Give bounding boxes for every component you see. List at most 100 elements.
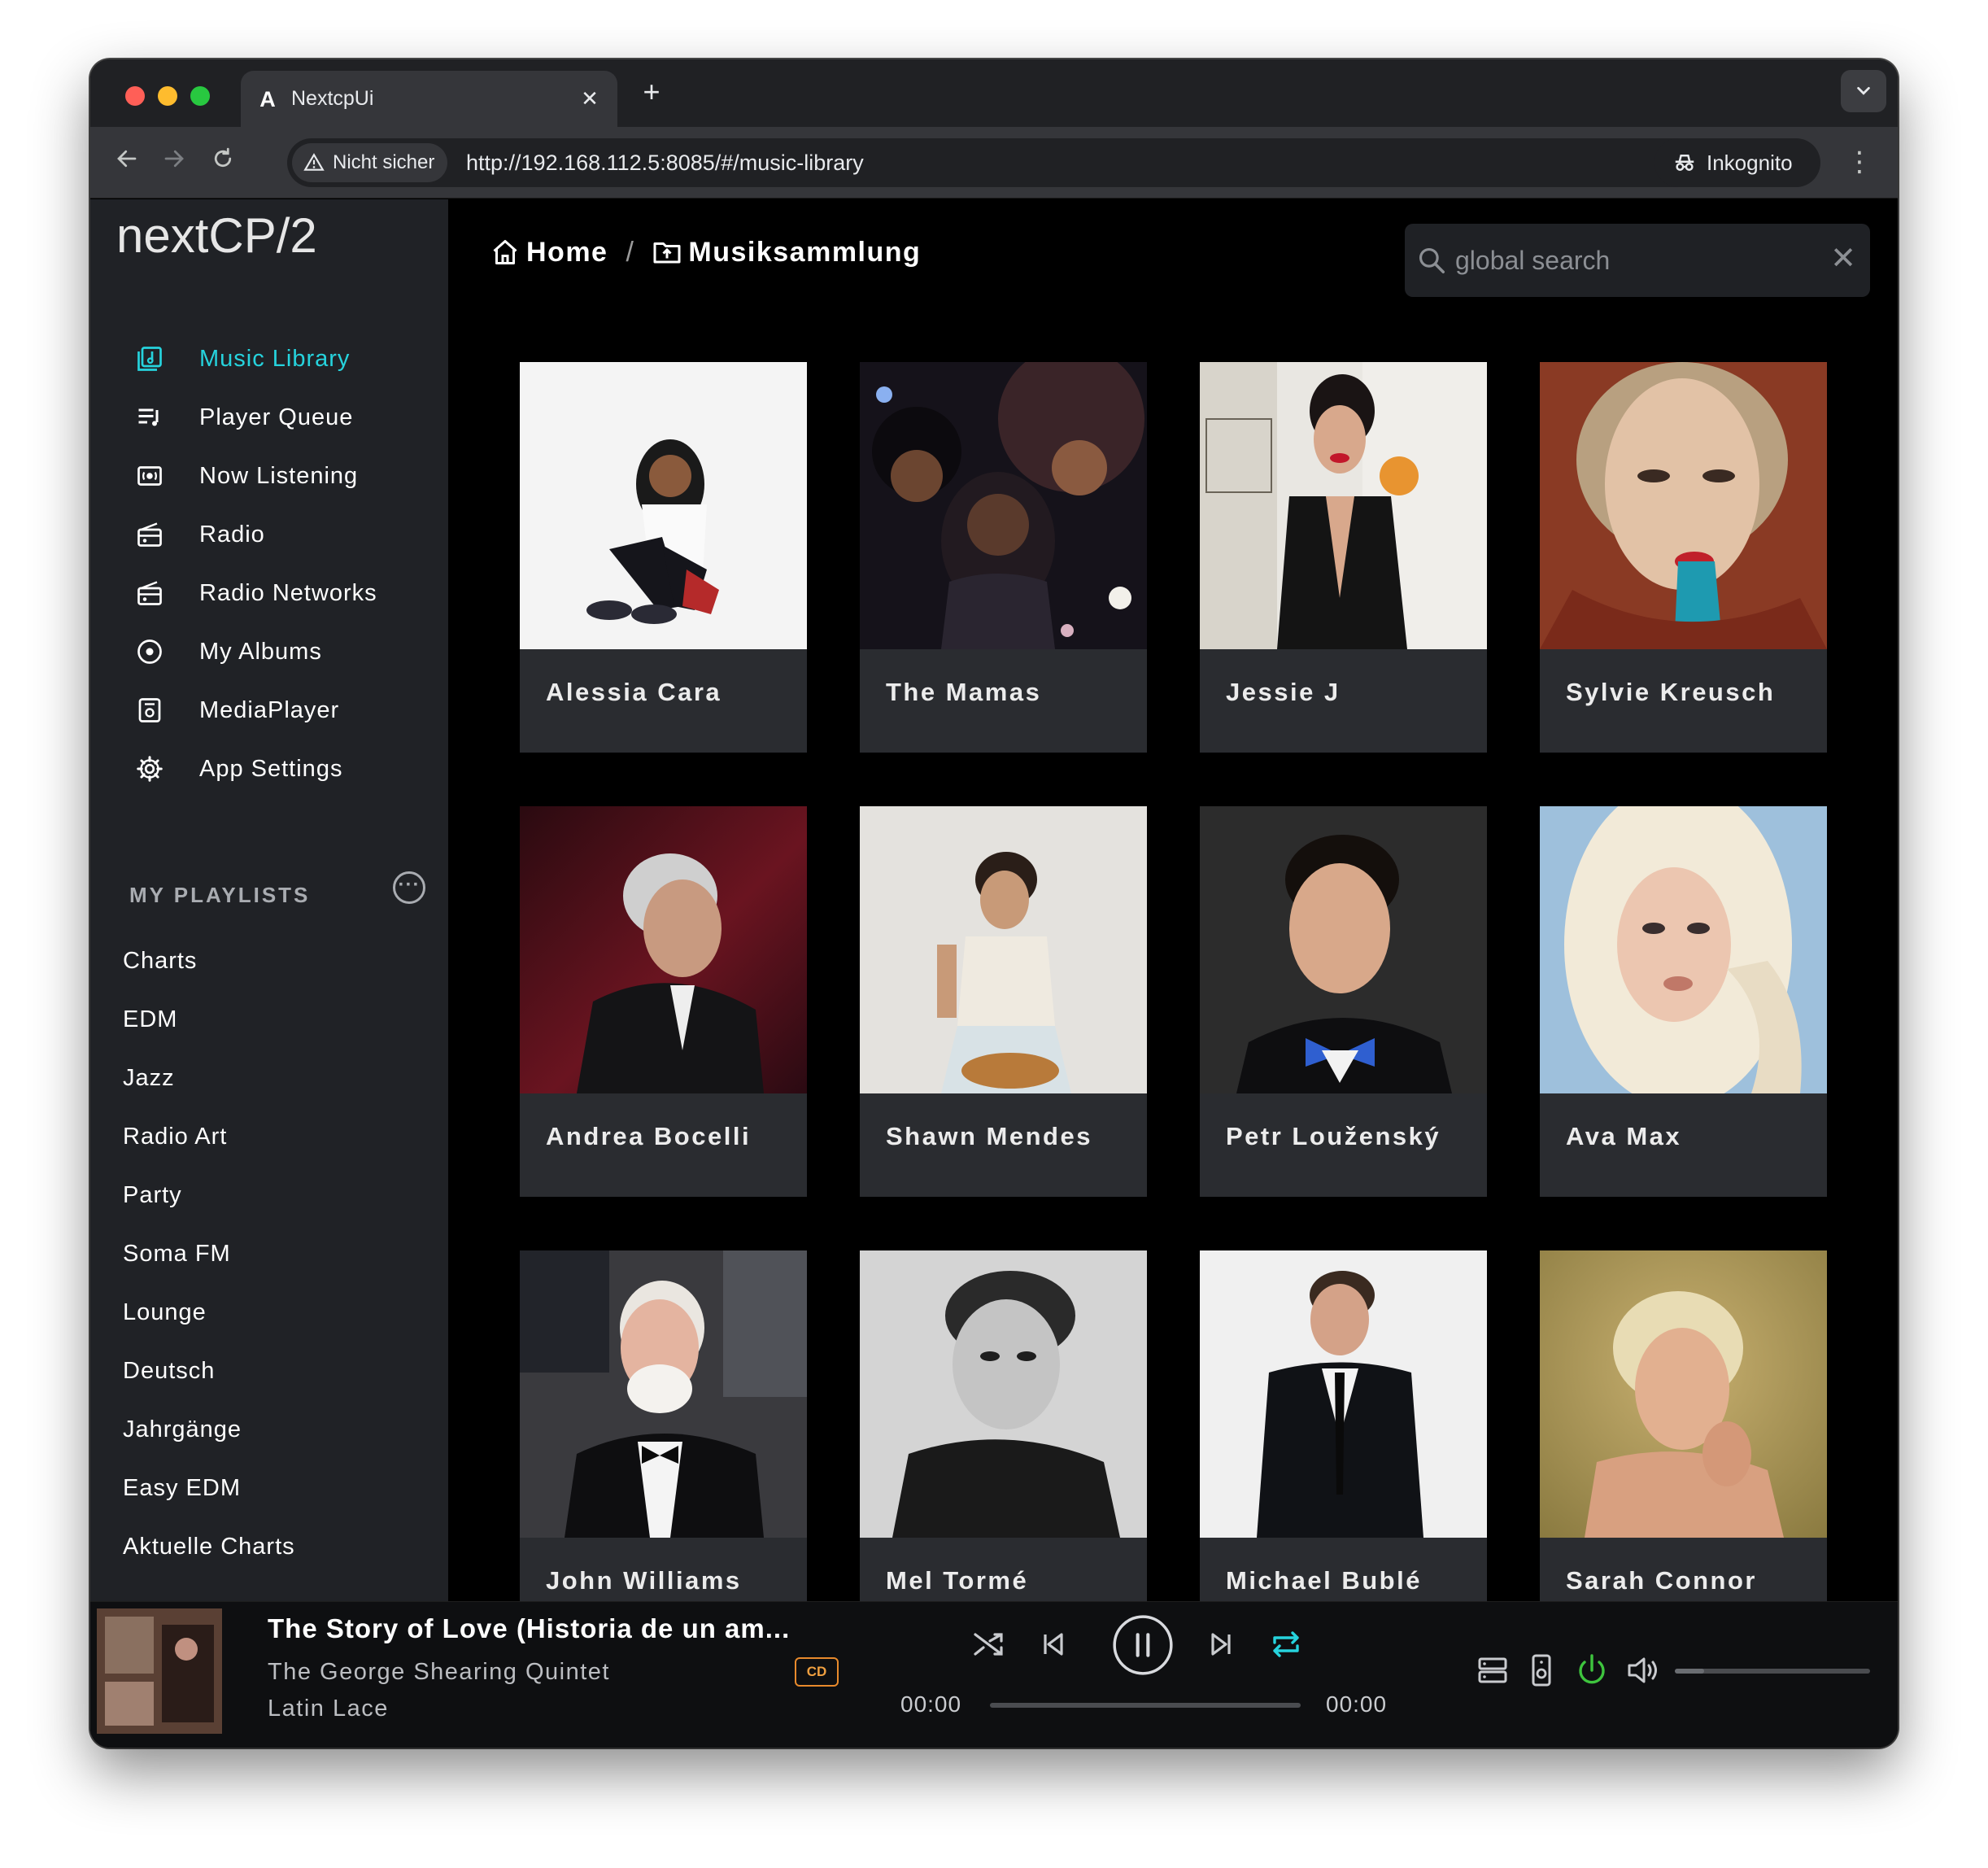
artist-name: Sylvie Kreusch: [1566, 678, 1776, 706]
artist-photo: [860, 362, 1147, 649]
tab-title: NextcpUi: [291, 87, 374, 110]
artist-name: Michael Bublé: [1226, 1566, 1422, 1595]
sidebar-item-my-albums[interactable]: My Albums: [90, 622, 448, 681]
playlist-item[interactable]: Jahrgänge: [123, 1400, 432, 1459]
music-library-icon: [137, 347, 162, 371]
sidebar-item-radio[interactable]: Radio: [90, 505, 448, 564]
repeat-button[interactable]: [1266, 1625, 1306, 1664]
breadcrumb-separator: /: [626, 236, 635, 268]
artist-name: Alessia Cara: [546, 678, 722, 706]
back-button[interactable]: [108, 143, 146, 181]
sidebar-nav: Music Library Player Queue Now Listening…: [90, 330, 448, 798]
elapsed-time: 00:00: [900, 1691, 962, 1717]
repeat-icon: [1273, 1631, 1299, 1657]
sidebar-item-music-library[interactable]: Music Library: [90, 330, 448, 388]
incognito-badge[interactable]: Inkognito: [1654, 138, 1820, 187]
next-button[interactable]: [1201, 1625, 1240, 1664]
volume-icon: [1628, 1657, 1657, 1683]
chevron-down-icon: [1857, 86, 1870, 95]
sidebar-item-app-settings[interactable]: App Settings: [90, 740, 448, 798]
playlist-item[interactable]: Aktuelle Charts: [123, 1517, 432, 1576]
reload-button[interactable]: [204, 143, 242, 181]
reload-icon: [214, 147, 232, 168]
folder-up-icon: [653, 242, 681, 264]
now-listening-icon: [137, 466, 162, 486]
track-album: Latin Lace: [268, 1696, 389, 1722]
artist-card[interactable]: Shawn Mendes: [860, 806, 1147, 1197]
maximize-window-button[interactable]: [190, 86, 210, 106]
more-options-icon[interactable]: ···: [393, 871, 425, 904]
artist-photo: [1540, 362, 1827, 649]
album-cover[interactable]: [97, 1608, 222, 1734]
artist-card[interactable]: Jessie J: [1200, 362, 1487, 753]
power-button[interactable]: [1572, 1651, 1611, 1690]
playlist-item[interactable]: Jazz: [123, 1049, 432, 1107]
playlist-item[interactable]: EDM: [123, 990, 432, 1049]
url-text[interactable]: http://192.168.112.5:8085/#/music-librar…: [466, 138, 864, 187]
speaker-device-button[interactable]: [1522, 1651, 1561, 1690]
browser-window: A NextcpUi ✕ + Nicht sicher http://192.1…: [90, 59, 1898, 1748]
volume-slider[interactable]: [1675, 1669, 1870, 1674]
new-tab-button[interactable]: +: [635, 76, 668, 108]
browser-menu-icon[interactable]: ⋮: [1846, 143, 1873, 181]
track-artist: The George Shearing Quintet: [268, 1659, 610, 1685]
clear-search-icon[interactable]: ✕: [1826, 242, 1860, 276]
playlist-item[interactable]: Deutsch: [123, 1342, 432, 1400]
progress-bar[interactable]: [990, 1703, 1301, 1708]
sidebar-item-mediaplayer[interactable]: MediaPlayer: [90, 681, 448, 740]
playlist-item[interactable]: Charts: [123, 932, 432, 990]
sidebar-item-label: Player Queue: [199, 404, 354, 430]
breadcrumb-current: Musiksammlung: [688, 236, 922, 268]
forward-button[interactable]: [155, 143, 193, 181]
queue-icon: [138, 408, 159, 426]
playlist-item[interactable]: Party: [123, 1166, 432, 1224]
minimize-window-button[interactable]: [158, 86, 177, 106]
artist-name: John Williams: [546, 1566, 742, 1595]
browser-tab[interactable]: A NextcpUi ✕: [241, 71, 617, 127]
artist-card[interactable]: John Williams: [520, 1250, 807, 1601]
playlist-item[interactable]: Soma FM: [123, 1224, 432, 1283]
tab-favicon-icon: A: [259, 86, 276, 111]
close-window-button[interactable]: [125, 86, 145, 106]
breadcrumb-home[interactable]: Home: [526, 237, 608, 268]
sidebar-item-label: Now Listening: [199, 462, 359, 489]
address-bar[interactable]: Nicht sicher http://192.168.112.5:8085/#…: [287, 138, 1800, 187]
volume-button[interactable]: [1623, 1651, 1662, 1690]
artist-card[interactable]: The Mamas: [860, 362, 1147, 753]
artist-photo: [1200, 1250, 1487, 1538]
server-button[interactable]: [1473, 1651, 1512, 1690]
playlist-list: Charts EDM Jazz Radio Art Party Soma FM …: [123, 932, 432, 1576]
search-input[interactable]: [1455, 224, 1813, 297]
artist-card[interactable]: Sarah Connor: [1540, 1250, 1827, 1601]
track-title: The Story of Love (Historia de un am...: [268, 1613, 791, 1643]
sidebar: nextCP/2 Music Library Player Queue Now …: [90, 199, 448, 1601]
security-chip[interactable]: Nicht sicher: [292, 143, 448, 182]
playlist-item[interactable]: Easy EDM: [123, 1459, 432, 1517]
sidebar-item-label: MediaPlayer: [199, 696, 340, 723]
artist-card[interactable]: Petr Louženský: [1200, 806, 1487, 1197]
sidebar-item-radio-networks[interactable]: Radio Networks: [90, 564, 448, 622]
artist-card[interactable]: Michael Bublé: [1200, 1250, 1487, 1601]
player-bar: The Story of Love (Historia de un am... …: [90, 1601, 1898, 1748]
sidebar-item-now-listening[interactable]: Now Listening: [90, 447, 448, 505]
artist-card[interactable]: Alessia Cara: [520, 362, 807, 753]
sidebar-item-player-queue[interactable]: Player Queue: [90, 388, 448, 447]
artist-card[interactable]: Sylvie Kreusch: [1540, 362, 1827, 753]
artist-card[interactable]: Andrea Bocelli: [520, 806, 807, 1197]
pause-button[interactable]: [1112, 1614, 1174, 1676]
playlist-item[interactable]: Radio Art: [123, 1107, 432, 1166]
artist-name: Jessie J: [1226, 678, 1341, 706]
shuffle-button[interactable]: [969, 1625, 1008, 1664]
artist-card[interactable]: Ava Max: [1540, 806, 1827, 1197]
skip-forward-icon: [1211, 1633, 1231, 1656]
close-tab-icon[interactable]: ✕: [573, 86, 606, 111]
tab-search-button[interactable]: [1841, 70, 1886, 112]
disc-icon: [137, 639, 162, 664]
incognito-label: Inkognito: [1707, 150, 1793, 175]
artist-name: Petr Louženský: [1226, 1122, 1441, 1150]
previous-button[interactable]: [1034, 1625, 1073, 1664]
artist-card[interactable]: Mel Tormé: [860, 1250, 1147, 1601]
sidebar-item-label: My Albums: [199, 638, 322, 665]
playlist-item[interactable]: Lounge: [123, 1283, 432, 1342]
artist-photo: [520, 362, 807, 649]
